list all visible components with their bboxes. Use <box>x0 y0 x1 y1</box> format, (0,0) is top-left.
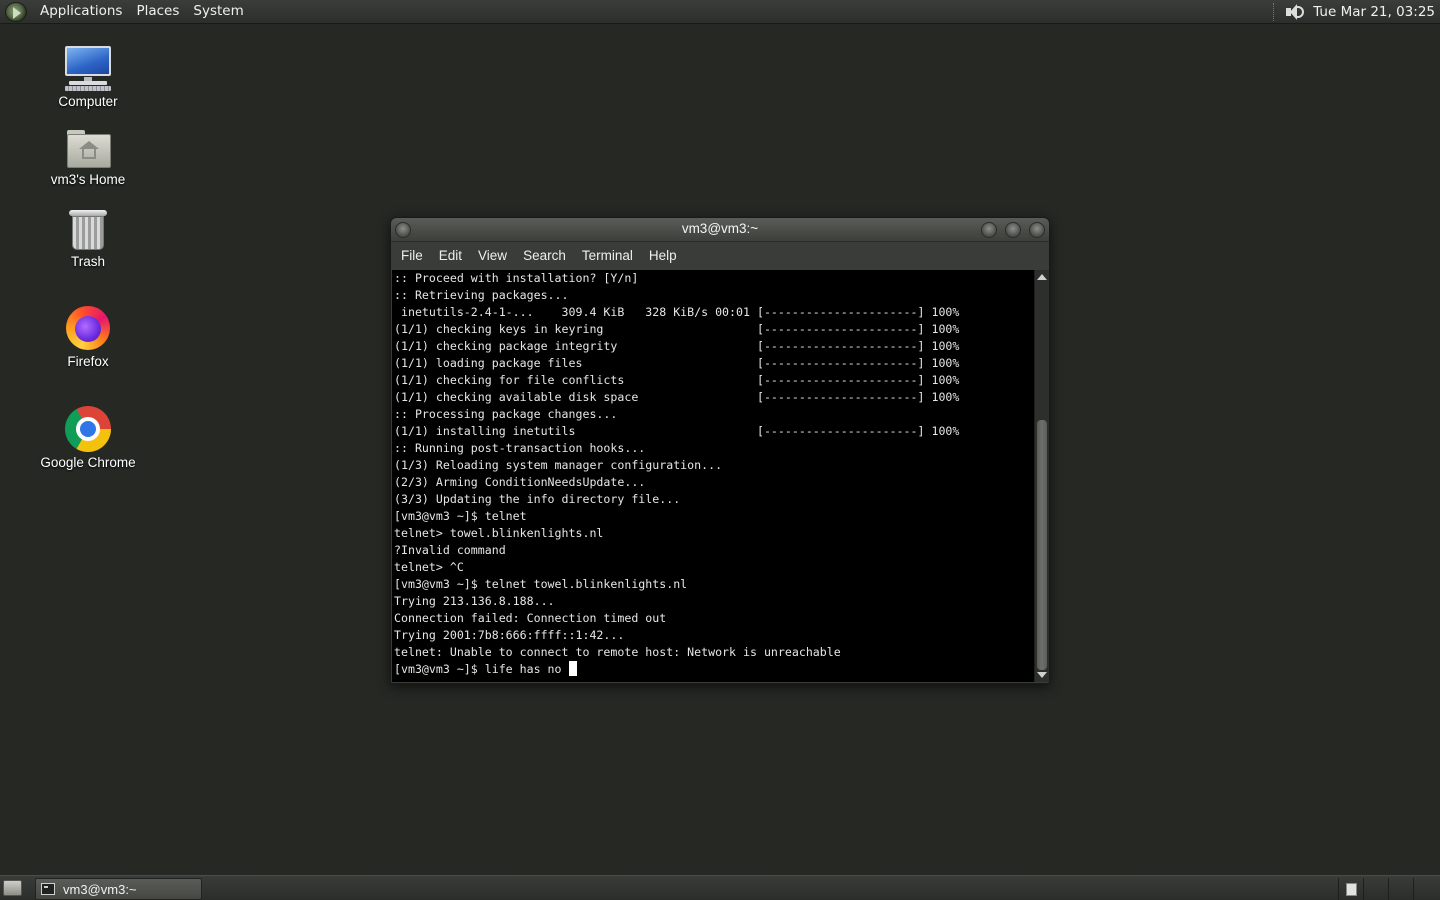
bottom-panel: vm3@vm3:~ <box>0 875 1440 900</box>
desktop-icon-label: Firefox <box>67 354 109 369</box>
terminal-prompt-line[interactable]: [vm3@vm3 ~]$ life has no <box>394 661 1034 678</box>
taskbar-window-button[interactable]: vm3@vm3:~ <box>35 878 202 900</box>
show-desktop-icon[interactable] <box>3 880 22 896</box>
terminal-line: Trying 2001:7b8:666:ffff::1:42... <box>394 628 625 642</box>
minimize-button[interactable] <box>981 222 997 238</box>
computer-icon <box>63 44 113 92</box>
terminal-line: telnet> ^C <box>394 560 464 574</box>
top-panel: Applications Places System Tue Mar 21, 0… <box>0 0 1440 24</box>
workspace-2[interactable] <box>1363 878 1387 900</box>
distro-logo-icon[interactable] <box>5 1 27 22</box>
panel-separator <box>1273 2 1275 21</box>
window-title: vm3@vm3:~ <box>681 221 759 236</box>
scroll-up-arrow-icon[interactable] <box>1037 274 1047 280</box>
menu-applications[interactable]: Applications <box>33 0 129 24</box>
terminal-line: telnet> towel.blinkenlights.nl <box>394 526 604 540</box>
terminal-output[interactable]: :: Proceed with installation? [Y/n] :: R… <box>392 270 1034 682</box>
close-button[interactable] <box>1029 222 1045 238</box>
terminal-menubar: File Edit View Search Terminal Help <box>391 242 1049 269</box>
terminal-line: (1/3) Reloading system manager configura… <box>394 458 723 472</box>
menu-view[interactable]: View <box>472 248 517 263</box>
desktop-icon-label: vm3's Home <box>50 172 126 187</box>
terminal-line: [vm3@vm3 ~]$ telnet <box>394 509 527 523</box>
firefox-icon <box>64 304 112 352</box>
menu-system[interactable]: System <box>186 0 250 24</box>
terminal-line: telnet: Unable to connect to remote host… <box>394 645 841 659</box>
menu-edit[interactable]: Edit <box>433 248 472 263</box>
terminal-line: (1/1) checking package integrity [------… <box>394 339 960 353</box>
menu-places[interactable]: Places <box>129 0 186 24</box>
terminal-scrollbar[interactable] <box>1034 270 1049 682</box>
desktop-icon-label: Computer <box>58 94 118 109</box>
workspace-3[interactable] <box>1388 878 1412 900</box>
terminal-line: (1/1) loading package files [-----------… <box>394 356 960 370</box>
terminal-icon <box>41 883 55 895</box>
terminal-line: (1/1) installing inetutils [------------… <box>394 424 960 438</box>
desktop-icon-label: Google Chrome <box>40 455 136 470</box>
terminal-line: :: Processing package changes... <box>394 407 618 421</box>
terminal-line: Connection failed: Connection timed out <box>394 611 667 625</box>
terminal-line: (3/3) Updating the info directory file..… <box>394 492 681 506</box>
terminal-line: (1/1) checking for file conflicts [-----… <box>394 373 960 387</box>
maximize-button[interactable] <box>1005 222 1021 238</box>
terminal-line: ?Invalid command <box>394 543 506 557</box>
window-titlebar[interactable]: vm3@vm3:~ <box>391 218 1049 242</box>
terminal-line: Trying 213.136.8.188... <box>394 594 555 608</box>
menu-file[interactable]: File <box>395 248 433 263</box>
taskbar-window-label: vm3@vm3:~ <box>63 881 137 897</box>
terminal-window[interactable]: vm3@vm3:~ File Edit View Search Terminal… <box>390 217 1050 684</box>
clock[interactable]: Tue Mar 21, 03:25 <box>1313 4 1440 20</box>
terminal-line: :: Running post-transaction hooks... <box>394 441 646 455</box>
desktop-icon-home[interactable]: vm3's Home <box>28 128 148 187</box>
trash-icon <box>68 208 108 252</box>
terminal-line: (1/1) checking keys in keyring [--------… <box>394 322 960 336</box>
text-cursor <box>568 661 577 676</box>
terminal-line: :: Proceed with installation? [Y/n] <box>394 271 639 285</box>
menu-terminal[interactable]: Terminal <box>576 248 643 263</box>
terminal-line: (1/1) checking available disk space [---… <box>394 390 960 404</box>
main-menu: Applications Places System <box>0 0 251 24</box>
terminal-line: :: Retrieving packages... <box>394 288 569 302</box>
menu-search[interactable]: Search <box>517 248 576 263</box>
scroll-down-arrow-icon[interactable] <box>1037 672 1047 678</box>
scrollbar-thumb[interactable] <box>1037 420 1047 670</box>
desktop-icon-label: Trash <box>70 254 105 269</box>
terminal-line: (2/3) Arming ConditionNeedsUpdate... <box>394 475 646 489</box>
workspace-1[interactable] <box>1338 878 1362 900</box>
menu-help[interactable]: Help <box>643 248 687 263</box>
desktop-icon-firefox[interactable]: Firefox <box>28 304 148 369</box>
chrome-icon <box>64 405 112 453</box>
terminal-line: [vm3@vm3 ~]$ telnet towel.blinkenlights.… <box>394 577 688 591</box>
workspace-4[interactable] <box>1413 878 1437 900</box>
speaker-icon[interactable] <box>1283 2 1305 22</box>
desktop-icon-trash[interactable]: Trash <box>28 208 148 269</box>
desktop-icon-computer[interactable]: Computer <box>28 44 148 109</box>
terminal-line: inetutils-2.4-1-... 309.4 KiB 328 KiB/s … <box>394 305 960 319</box>
terminal-prompt-text: [vm3@vm3 ~]$ life has no <box>394 662 569 676</box>
panel-tray: Tue Mar 21, 03:25 <box>1273 0 1440 24</box>
desktop-icon-chrome[interactable]: Google Chrome <box>28 405 148 470</box>
home-folder-icon <box>65 128 111 170</box>
